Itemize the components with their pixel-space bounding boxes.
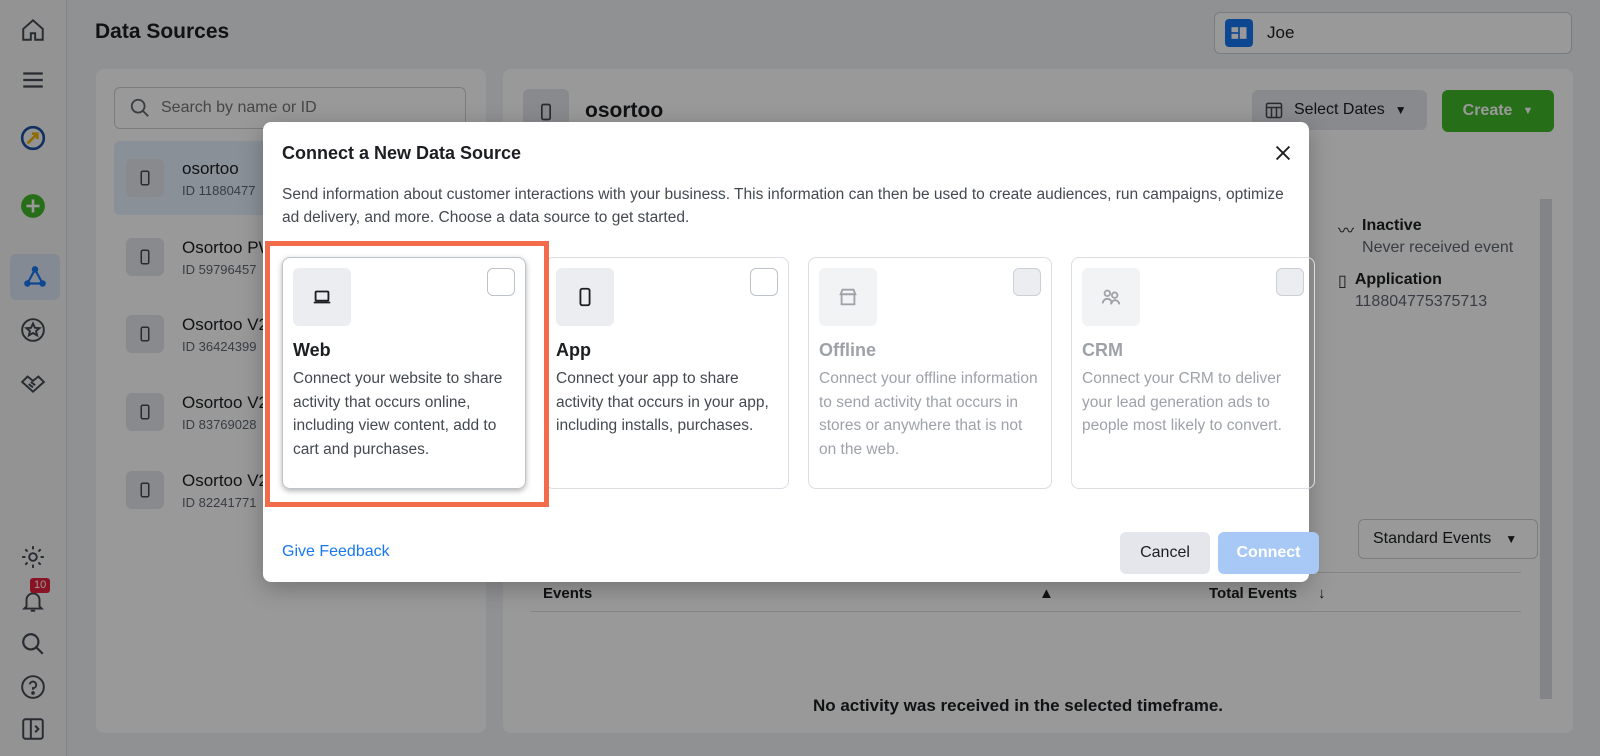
people-icon: [1082, 268, 1140, 326]
option-checkbox[interactable]: [487, 268, 515, 296]
modal-title: Connect a New Data Source: [282, 143, 522, 163]
option-title: App: [556, 340, 591, 360]
store-icon: [819, 268, 877, 326]
connect-data-source-dialog: Connect a New Data Source Send informati…: [263, 122, 1319, 582]
option-title: CRM: [1082, 340, 1123, 360]
option-title: Offline: [819, 340, 876, 360]
option-checkbox: [1013, 268, 1041, 296]
option-card-web[interactable]: Web Connect your website to share activi…: [282, 257, 526, 489]
connect-button[interactable]: Connect: [1218, 532, 1319, 574]
give-feedback-link[interactable]: Give Feedback: [282, 543, 390, 561]
option-description: Connect your website to share activity t…: [293, 370, 503, 458]
modal-description: Send information about customer interact…: [282, 186, 1284, 226]
option-card-crm: CRM Connect your CRM to deliver your lea…: [1071, 257, 1315, 489]
phone-icon: [556, 268, 614, 326]
close-icon[interactable]: [1270, 140, 1296, 166]
option-card-offline: Offline Connect your offline information…: [808, 257, 1052, 489]
option-description: Connect your offline information to send…: [819, 370, 1038, 458]
option-checkbox: [1276, 268, 1304, 296]
laptop-icon: [293, 268, 351, 326]
cancel-button[interactable]: Cancel: [1120, 532, 1210, 574]
option-title: Web: [293, 340, 331, 360]
option-checkbox[interactable]: [750, 268, 778, 296]
option-description: Connect your CRM to deliver your lead ge…: [1082, 370, 1282, 434]
option-card-app[interactable]: App Connect your app to share activity t…: [545, 257, 789, 489]
option-description: Connect your app to share activity that …: [556, 370, 769, 434]
